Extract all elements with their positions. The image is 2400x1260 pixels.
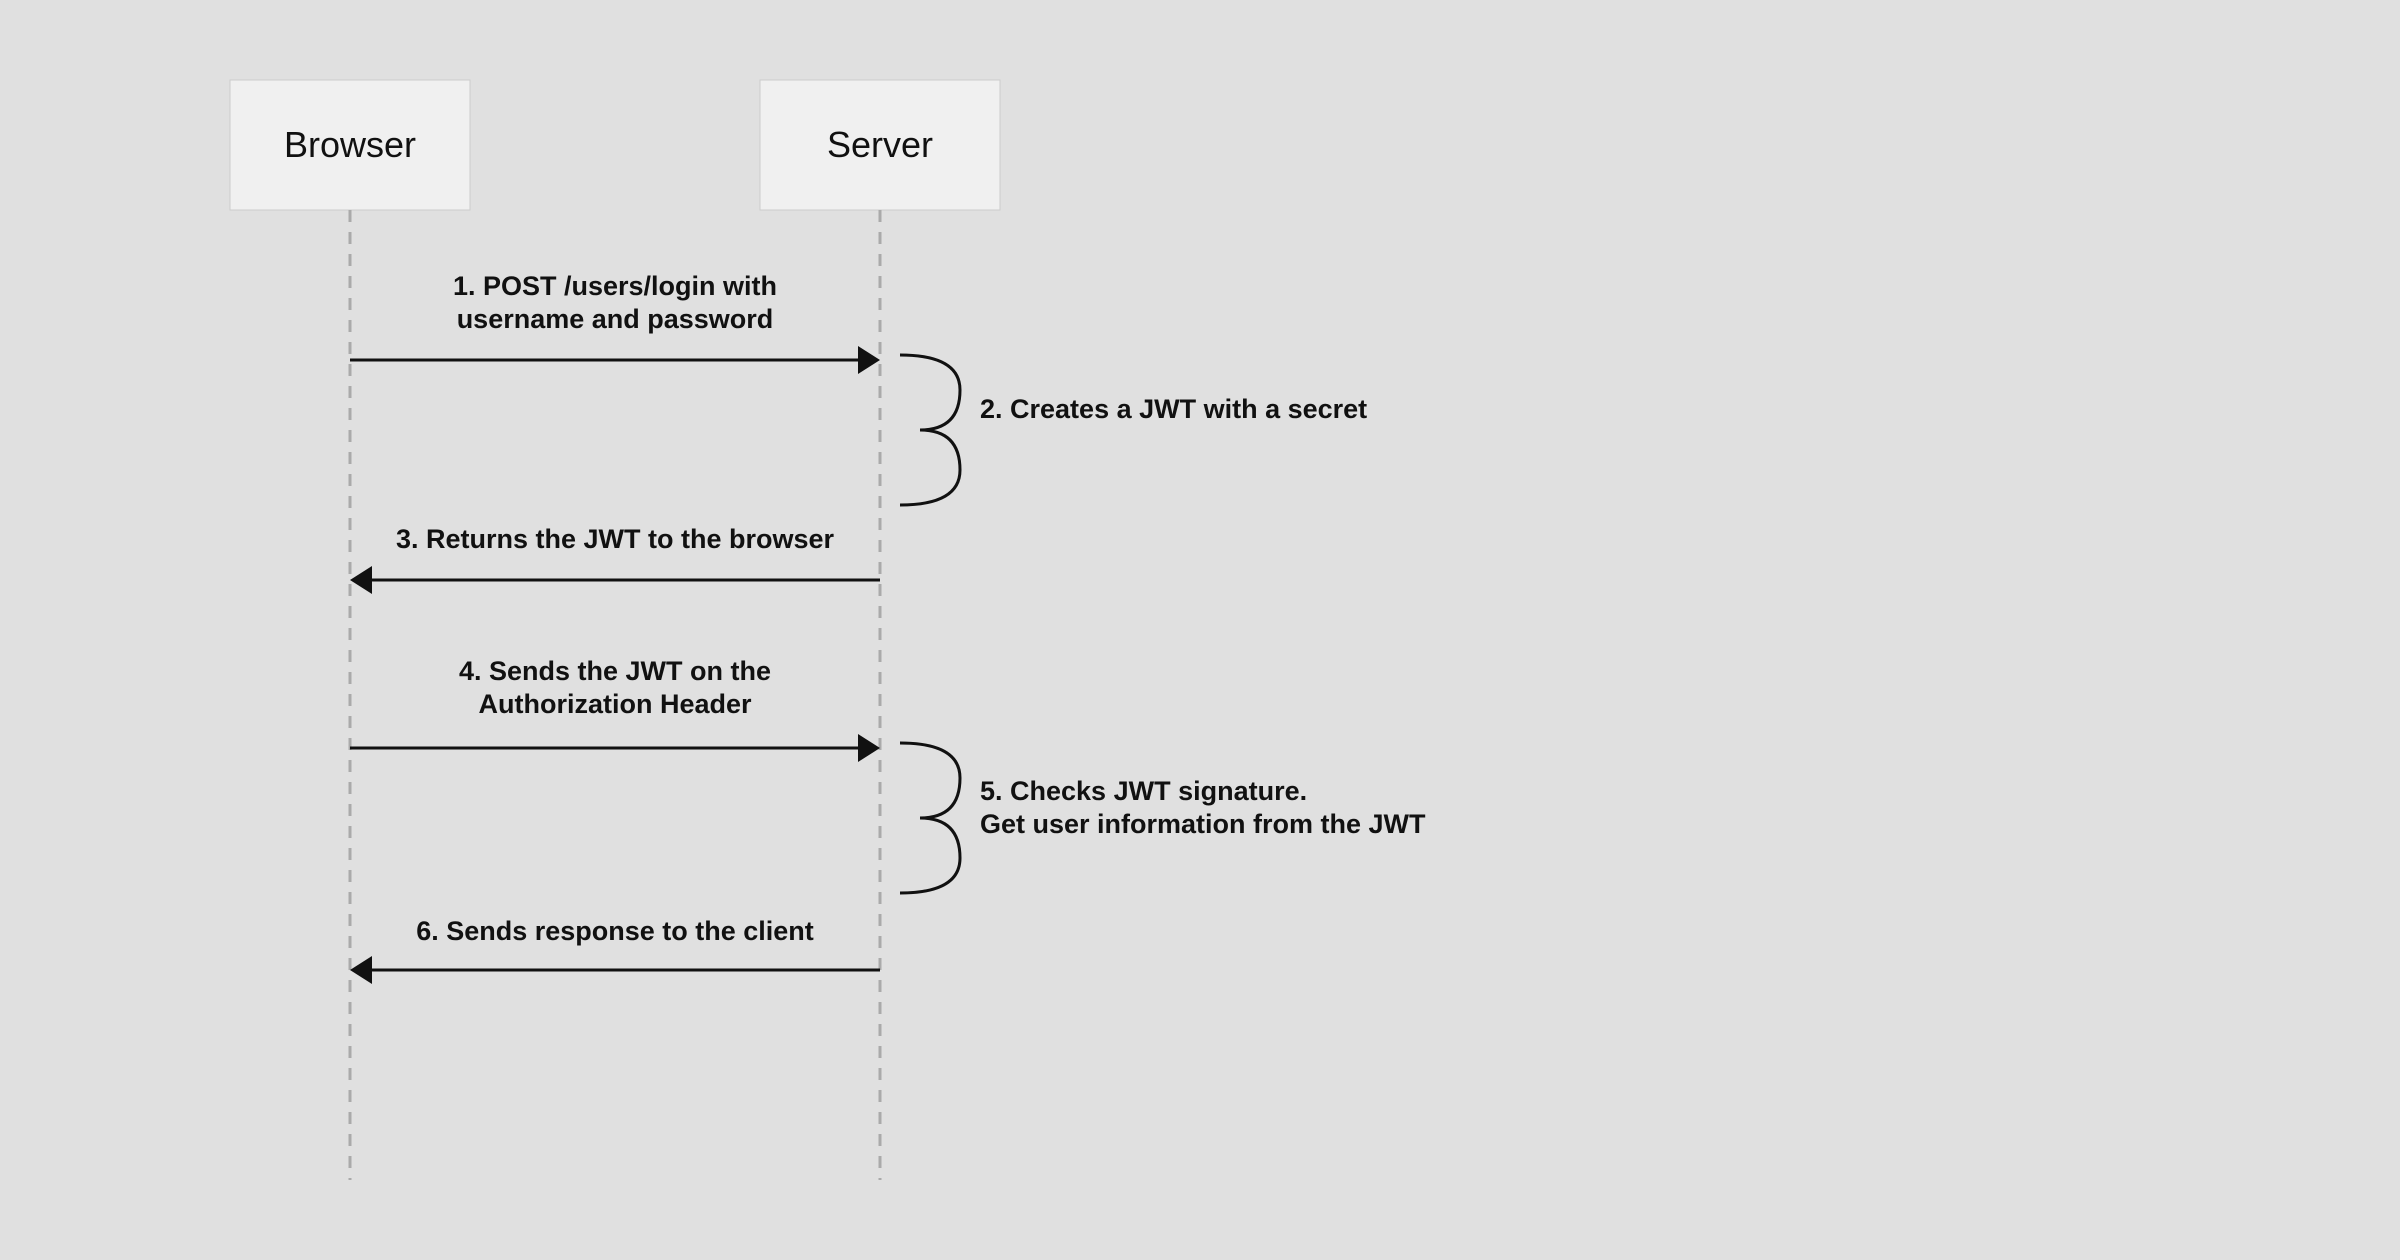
msg6-arrowhead — [350, 956, 372, 984]
browser-box — [230, 80, 470, 210]
browser-label: Browser — [284, 124, 416, 165]
msg4-arrowhead — [858, 734, 880, 762]
msg4-label-line2: Authorization Header — [478, 689, 752, 719]
msg5-label-line1: 5. Checks JWT signature. — [980, 776, 1307, 806]
msg3-arrowhead — [350, 566, 372, 594]
msg1-arrowhead — [858, 346, 880, 374]
diagram-svg: Browser Server 1. POST /users/login with… — [0, 0, 2400, 1260]
msg2-brace — [900, 355, 960, 505]
msg5-brace — [900, 743, 960, 893]
msg3-label: 3. Returns the JWT to the browser — [396, 524, 835, 554]
msg2-label: 2. Creates a JWT with a secret — [980, 394, 1367, 424]
server-box — [760, 80, 1000, 210]
msg6-label: 6. Sends response to the client — [416, 916, 814, 946]
msg4-label-line1: 4. Sends the JWT on the — [459, 656, 771, 686]
diagram-container: Browser Server 1. POST /users/login with… — [0, 0, 2400, 1260]
server-label: Server — [827, 124, 933, 165]
msg5-label-line2: Get user information from the JWT — [980, 809, 1426, 839]
msg1-label-line2: username and password — [457, 304, 774, 334]
msg1-label-line1: 1. POST /users/login with — [453, 271, 777, 301]
